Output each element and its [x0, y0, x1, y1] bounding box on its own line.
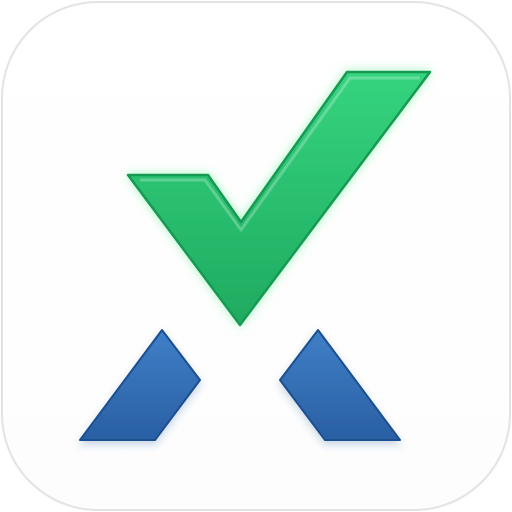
app-icon — [1, 1, 511, 511]
app-icon-canvas — [0, 0, 512, 512]
